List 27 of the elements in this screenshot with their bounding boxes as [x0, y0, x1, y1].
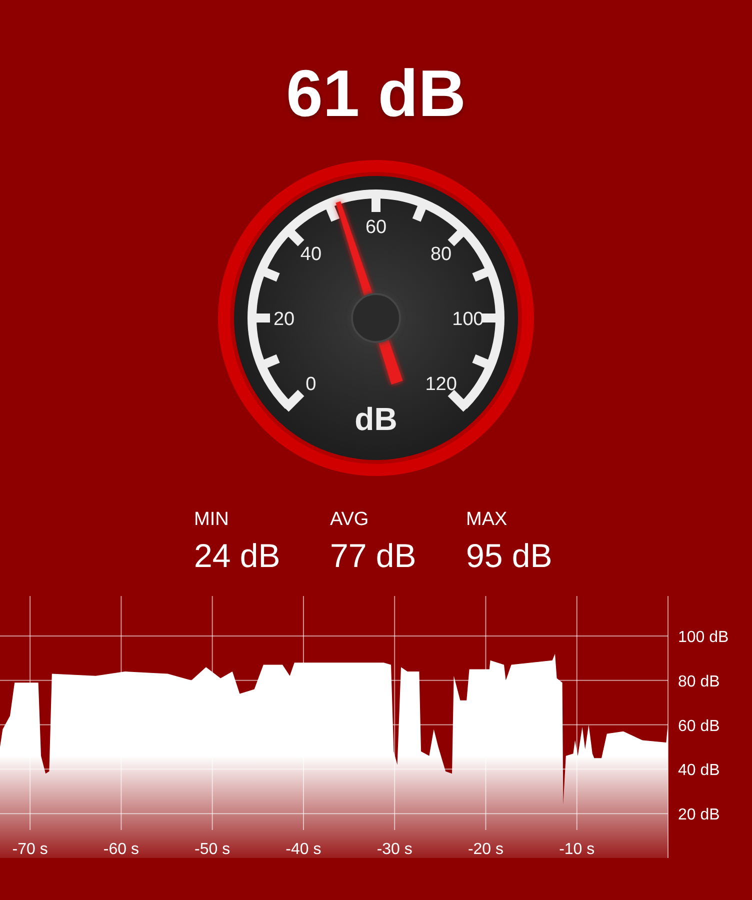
x-axis-label: -70 s	[12, 841, 48, 858]
stat-value: 77 dB	[330, 536, 418, 576]
y-axis-label: 20 dB	[678, 806, 720, 824]
stat-value: 95 dB	[466, 536, 554, 576]
stat-label: MAX	[466, 508, 508, 532]
x-axis-label: -60 s	[103, 841, 139, 858]
x-axis-label: -10 s	[559, 841, 595, 858]
y-axis-label: 60 dB	[678, 718, 720, 735]
y-axis-label: 80 dB	[678, 673, 720, 690]
unit-label: dB	[354, 401, 398, 437]
x-axis-label: -40 s	[286, 841, 322, 858]
x-axis-label: -30 s	[376, 841, 412, 858]
scale-label: 40	[300, 244, 322, 265]
y-axis-label: 100 dB	[678, 628, 729, 646]
scale-label: 0	[306, 374, 316, 396]
scale-label: 60	[365, 217, 387, 238]
scale-label: 80	[430, 244, 452, 265]
scale-label: 20	[273, 309, 295, 330]
scale-label: 120	[425, 374, 457, 396]
stat-value: 24 dB	[194, 536, 282, 576]
sound-level-reading: 61 dB	[286, 55, 466, 132]
stat-label: AVG	[330, 508, 370, 532]
y-axis-label: 40 dB	[678, 762, 720, 780]
gauge-hub	[351, 293, 401, 343]
stat-label: MIN	[194, 508, 230, 532]
x-axis-label: -50 s	[194, 841, 230, 858]
x-axis-label: -20 s	[468, 841, 504, 858]
